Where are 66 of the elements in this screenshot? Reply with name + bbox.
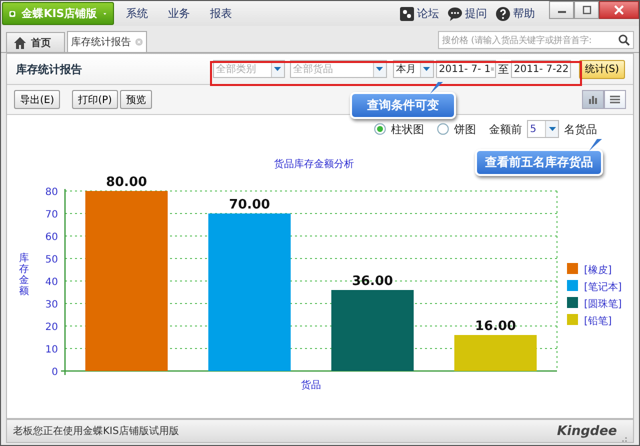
legend-label: [圆珠笔] xyxy=(584,299,622,310)
help-icon xyxy=(495,6,511,22)
tick-label: 10 xyxy=(45,344,58,356)
callout-pointer-icon xyxy=(429,82,443,94)
run-button[interactable]: 统计(S) xyxy=(578,60,625,78)
caret-icon xyxy=(375,66,384,72)
tick-label: 60 xyxy=(45,232,58,243)
option-label: 名货品 xyxy=(564,122,597,136)
list-icon xyxy=(610,95,620,104)
view-toggle[interactable] xyxy=(604,90,626,109)
value-label: 36.00 xyxy=(352,274,394,289)
status-text: 老板您正在使用金蝶KIS店铺版试用版 xyxy=(13,424,179,438)
option-label: 金额前 xyxy=(489,122,522,136)
top-link[interactable]: 提问 xyxy=(443,4,491,24)
close-button[interactable] xyxy=(599,1,639,19)
tab[interactable]: 库存统计报告 xyxy=(67,31,147,52)
tick-label: 70 xyxy=(45,210,58,220)
tick-label: 40 xyxy=(45,277,58,288)
top-link[interactable]: 帮助 xyxy=(491,4,539,24)
value-label: 80.00 xyxy=(106,175,148,190)
search-icon xyxy=(618,34,630,46)
bar-chart-icon xyxy=(588,95,598,104)
callout-pointer-icon xyxy=(588,139,602,151)
tick-label: 0 xyxy=(52,367,58,378)
legend-label: [笔记本] xyxy=(584,282,622,293)
tick-label: 80 xyxy=(45,187,58,198)
callout: 查看前五名库存货品 xyxy=(475,149,603,176)
menu-item[interactable]: 系统 xyxy=(118,4,156,24)
minimize-button[interactable] xyxy=(549,1,574,19)
home-icon xyxy=(13,36,27,49)
view-toggle[interactable] xyxy=(582,90,604,109)
toolbar-button[interactable]: 打印(P) xyxy=(72,90,118,109)
brand-logo: Kingdee xyxy=(556,424,617,438)
tick-label: 30 xyxy=(45,300,58,310)
radio-label: 饼图 xyxy=(454,122,476,136)
count-dropdown[interactable]: 5 xyxy=(527,120,559,138)
legend-label: [橡皮] xyxy=(584,265,612,276)
radio-button[interactable] xyxy=(437,123,449,135)
toolbar-button[interactable]: 预览 xyxy=(120,90,152,109)
maximize-icon xyxy=(582,5,592,15)
tab[interactable]: 首页 xyxy=(6,32,65,52)
axis-title: 库存金额 xyxy=(19,253,29,297)
forum-icon xyxy=(399,6,415,22)
report-title: 库存统计报告 xyxy=(16,62,82,76)
close-icon xyxy=(135,36,143,48)
caret-icon xyxy=(548,126,556,132)
axis-title: 货品 xyxy=(301,380,321,391)
tick-label: 20 xyxy=(45,322,58,333)
caret-icon xyxy=(273,66,282,72)
menu-item[interactable]: 业务 xyxy=(160,4,198,24)
chart-title: 货品库存金额分析 xyxy=(274,158,354,171)
legend-label: [铅笔] xyxy=(584,316,612,327)
maximize-button[interactable] xyxy=(574,1,599,19)
callout: 查询条件可变 xyxy=(350,92,456,119)
radio-label: 柱状图 xyxy=(391,122,424,136)
speech-bubble-icon xyxy=(447,6,463,22)
menu-item[interactable]: 报表 xyxy=(202,4,240,24)
radio-button-selected[interactable] xyxy=(374,123,386,135)
caret-icon xyxy=(422,66,432,72)
range-separator: 至 xyxy=(498,62,509,76)
toolbar-button[interactable]: 导出(E) xyxy=(14,90,60,109)
top-link[interactable]: 论坛 xyxy=(395,4,443,24)
value-label: 16.00 xyxy=(474,319,516,334)
close-icon xyxy=(614,5,624,15)
tick-label: 50 xyxy=(45,254,58,266)
value-label: 70.00 xyxy=(228,198,270,212)
